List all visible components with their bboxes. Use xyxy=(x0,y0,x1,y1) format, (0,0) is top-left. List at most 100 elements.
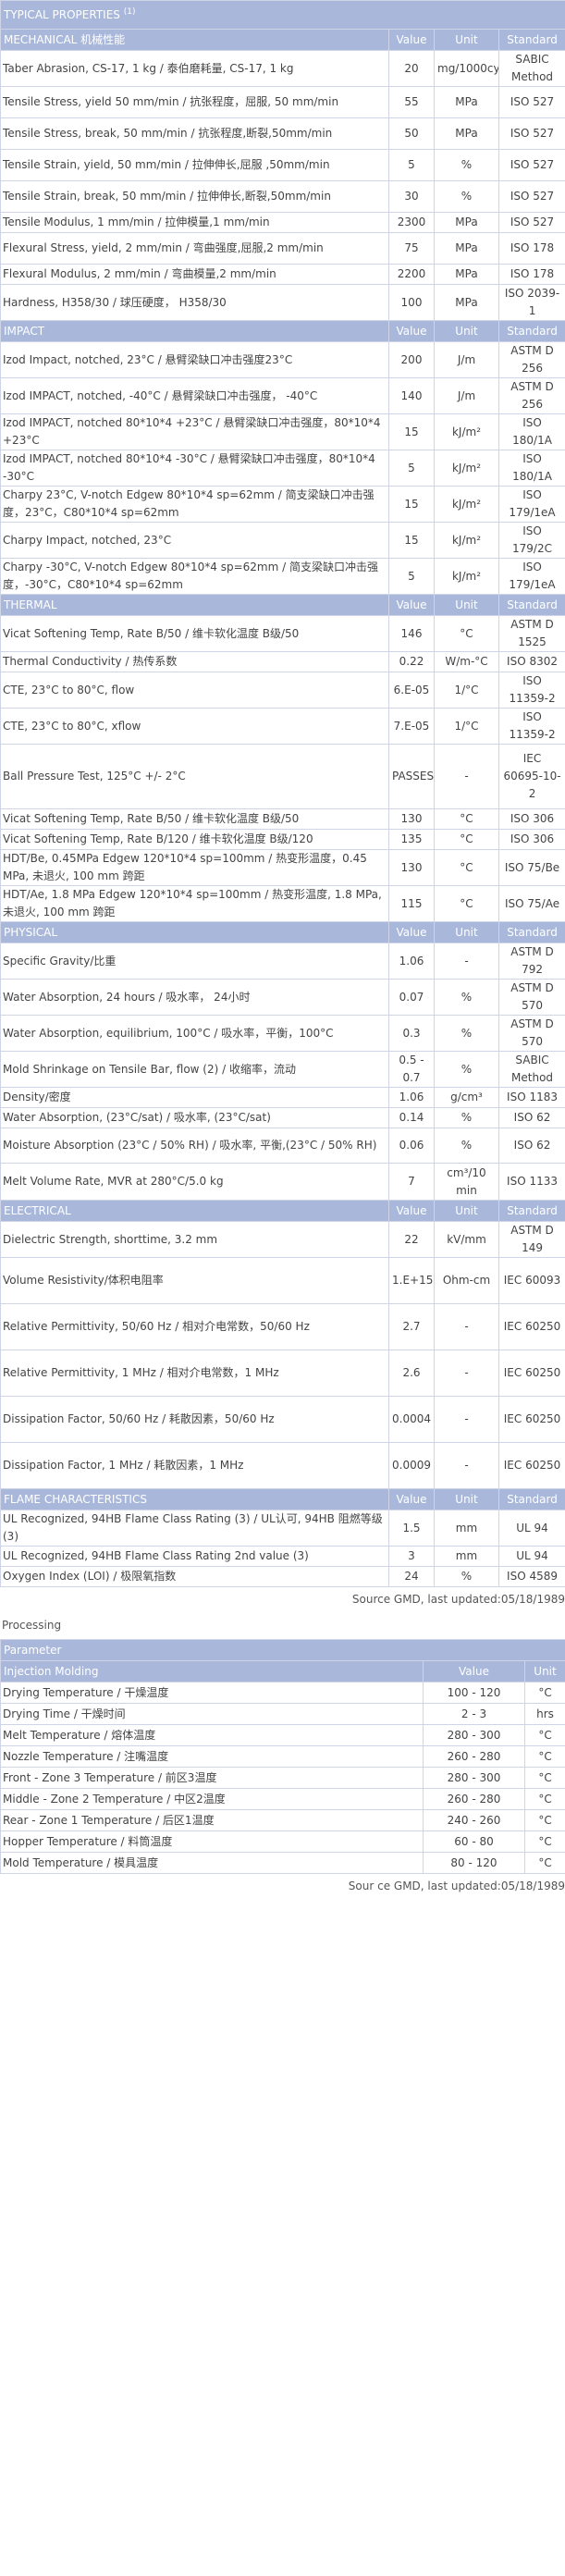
property-value: 7 xyxy=(388,1163,435,1201)
property-row: Hardness, H358/30 / 球压硬度， H358/30 100 MPa I… xyxy=(0,284,565,321)
property-unit: - xyxy=(434,1350,499,1397)
property-value: 0.14 xyxy=(388,1107,435,1128)
col-unit-header: Unit xyxy=(434,1488,499,1510)
property-standard: ASTM D 256 xyxy=(497,377,565,414)
property-row: Oxygen Index (LOI) / 极限氧指数 24% ISO 4589 xyxy=(0,1566,565,1587)
source-note: Source GMD, last updated:05/18/1989 xyxy=(351,1593,565,1606)
property-row: Density/密度 1.06 g/cm³ ISO 1183 xyxy=(0,1087,565,1108)
property-unit: kJ/m² xyxy=(434,558,499,595)
property-standard: ISO 4589 xyxy=(497,1566,565,1587)
property-value: 5 xyxy=(388,558,435,595)
property-standard: ISO 527 xyxy=(497,86,565,118)
property-row: UL Recognized, 94HB Flame Class Rating 2… xyxy=(0,1546,565,1567)
property-name: Flexural Stress, yield, 2 mm/min / 弯曲强度,… xyxy=(0,232,389,265)
property-standard: ISO 75/Ae xyxy=(497,885,565,922)
col-unit-header: Unit xyxy=(434,320,499,342)
property-standard: ISO 527 xyxy=(497,180,565,213)
property-standard: ISO 11359-2 xyxy=(497,708,565,745)
property-unit: MPa xyxy=(434,117,499,150)
processing-group-header: Injection Molding Value Unit xyxy=(0,1660,565,1682)
section-name: PHYSICAL xyxy=(0,921,389,943)
property-row: Water Absorption, 24 hours / 吸水率， 24小时 0.… xyxy=(0,979,565,1016)
property-name: Dissipation Factor, 50/60 Hz / 耗散因素，50/6… xyxy=(0,1396,389,1443)
processing-row: Melt Temperature / 熔体温度 280 - 300 °C xyxy=(0,1724,565,1746)
property-value: 1.5 xyxy=(388,1510,435,1547)
property-unit: % xyxy=(434,1015,499,1052)
property-unit: mg/1000cy xyxy=(434,50,499,87)
property-unit: °C xyxy=(434,808,499,830)
property-name: Dielectric Strength, shorttime, 3.2 mm xyxy=(0,1221,389,1258)
property-unit: kJ/m² xyxy=(434,486,499,523)
property-name: CTE, 23°C to 80°C, flow xyxy=(0,672,389,709)
property-value: 3 xyxy=(388,1546,435,1567)
property-unit: 1/°C xyxy=(434,708,499,745)
processing-param-unit: °C xyxy=(523,1830,565,1853)
property-row: Izod IMPACT, notched 80*10*4 +23°C / 悬臂梁… xyxy=(0,413,565,450)
property-name: Hardness, H358/30 / 球压硬度， H358/30 xyxy=(0,284,389,321)
property-row: Ball Pressure Test, 125°C +/- 2°C PASSES -… xyxy=(0,744,565,809)
property-row: Water Absorption, equilibrium, 100°C / 吸… xyxy=(0,1015,565,1052)
property-standard: ISO 179/2C xyxy=(497,522,565,559)
property-value: 0.06 xyxy=(388,1128,435,1164)
col-value-header: Value xyxy=(388,29,435,51)
property-unit: W/m-°C xyxy=(434,651,499,672)
property-value: 7.E-05 xyxy=(388,708,435,745)
property-value: 0.22 xyxy=(388,651,435,672)
property-value: 130 xyxy=(388,849,435,886)
property-name: Tensile Strain, break, 50 mm/min / 拉伸伸长,… xyxy=(0,180,389,213)
processing-row: Drying Time / 干燥时间 2 - 3 hrs xyxy=(0,1703,565,1725)
property-value: 2.6 xyxy=(388,1350,435,1397)
property-name: UL Recognized, 94HB Flame Class Rating (… xyxy=(0,1510,389,1547)
processing-group-name: Injection Molding xyxy=(0,1660,424,1682)
property-name: Tensile Modulus, 1 mm/min / 拉伸模量,1 mm/mi… xyxy=(0,212,389,233)
property-standard: SABIC Method xyxy=(497,50,565,87)
property-row: Moisture Absorption (23°C / 50% RH) / 吸水… xyxy=(0,1128,565,1164)
processing-param-value: 280 - 300 xyxy=(423,1724,525,1746)
property-standard: ISO 75/Be xyxy=(497,849,565,886)
property-unit: MPa xyxy=(434,264,499,285)
processing-row: Hopper Temperature / 料筒温度 60 - 80 °C xyxy=(0,1830,565,1853)
property-value: 5 xyxy=(388,450,435,487)
col-unit-header: Unit xyxy=(434,29,499,51)
property-unit: g/cm³ xyxy=(434,1087,499,1108)
property-name: CTE, 23°C to 80°C, xflow xyxy=(0,708,389,745)
property-row: HDT/Ae, 1.8 MPa Edgew 120*10*4 sp=100mm … xyxy=(0,885,565,922)
property-name: HDT/Be, 0.45MPa Edgew 120*10*4 sp=100mm … xyxy=(0,849,389,886)
property-name: Thermal Conductivity / 热传系数 xyxy=(0,651,389,672)
property-value: 0.0004 xyxy=(388,1396,435,1443)
datasheet: TYPICAL PROPERTIES (1) MECHANICAL 机械性能 Va… xyxy=(0,0,565,1898)
property-row: HDT/Be, 0.45MPa Edgew 120*10*4 sp=100mm … xyxy=(0,849,565,886)
property-standard: ISO 1133 xyxy=(497,1163,565,1201)
property-standard: ISO 180/1A xyxy=(497,413,565,450)
property-name: Water Absorption, (23°C/sat) / 吸水率, (23°… xyxy=(0,1107,389,1128)
property-unit: MPa xyxy=(434,86,499,118)
processing-param-unit: hrs xyxy=(523,1703,565,1725)
property-standard: ISO 62 xyxy=(497,1128,565,1164)
processing-source-note: Sour ce GMD, last updated:05/18/1989 xyxy=(348,1880,565,1892)
property-name: Oxygen Index (LOI) / 极限氧指数 xyxy=(0,1566,389,1587)
property-standard: ASTM D 570 xyxy=(497,979,565,1016)
property-row: Relative Permittivity, 50/60 Hz / 相对介电常数… xyxy=(0,1303,565,1350)
property-standard: ISO 11359-2 xyxy=(497,672,565,709)
property-standard: UL 94 xyxy=(497,1510,565,1547)
processing-row: Rear - Zone 1 Temperature / 后区1温度 240 - 2… xyxy=(0,1809,565,1831)
property-value: 5 xyxy=(388,149,435,181)
property-value: 1.E+15 xyxy=(388,1257,435,1304)
property-standard: ISO 179/1eA xyxy=(497,558,565,595)
processing-row: Drying Temperature / 干燥温度 100 - 120 °C xyxy=(0,1682,565,1704)
property-value: 2200 xyxy=(388,264,435,285)
properties-table: TYPICAL PROPERTIES (1) MECHANICAL 机械性能 Va… xyxy=(0,0,565,1587)
property-value: 130 xyxy=(388,808,435,830)
processing-row: Middle - Zone 2 Temperature / 中区2温度 260 -… xyxy=(0,1788,565,1810)
property-value: 2300 xyxy=(388,212,435,233)
property-name: Specific Gravity/比重 xyxy=(0,943,389,980)
property-value: 2.7 xyxy=(388,1303,435,1350)
property-name: Mold Shrinkage on Tensile Bar, flow (2) … xyxy=(0,1051,389,1088)
col-value-header: Value xyxy=(388,1200,435,1222)
property-row: Izod IMPACT, notched 80*10*4 -30°C / 悬臂梁… xyxy=(0,450,565,487)
col-value-header: Value xyxy=(388,320,435,342)
property-standard: IEC 60250 xyxy=(497,1396,565,1443)
property-row: Tensile Strain, yield, 50 mm/min / 拉伸伸长,… xyxy=(0,149,565,181)
processing-param-unit: °C xyxy=(523,1788,565,1810)
property-standard: ISO 178 xyxy=(497,232,565,265)
